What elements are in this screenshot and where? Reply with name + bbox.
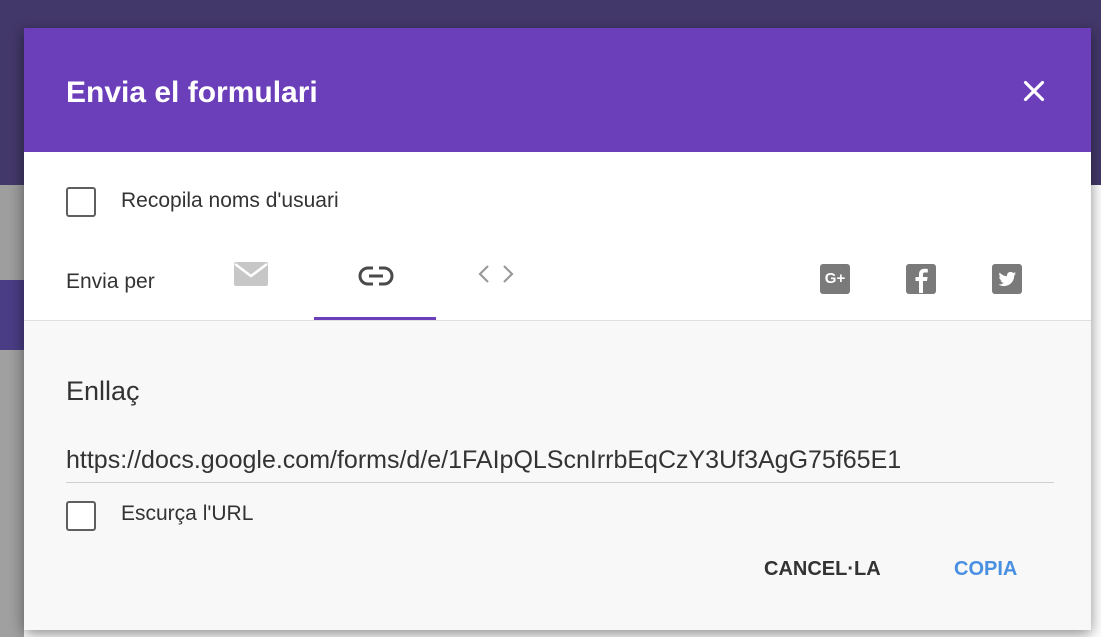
link-heading: Enllaç <box>66 376 140 406</box>
embed-code-icon <box>478 265 514 283</box>
tab-email[interactable] <box>224 250 284 320</box>
email-icon <box>234 262 268 286</box>
twitter-share-button[interactable] <box>992 264 1022 294</box>
link-panel: Enllaç Escurça l'URL CANCEL·LA COPIA <box>24 320 1091 630</box>
dialog-header: Envia el formulari <box>24 28 1091 152</box>
collect-emails-checkbox[interactable] <box>66 187 96 217</box>
background-app-toolbar <box>0 280 24 350</box>
cancel-button[interactable]: CANCEL·LA <box>764 558 881 581</box>
shorten-url-label: Escurça l'URL <box>121 502 254 525</box>
close-button[interactable] <box>1017 74 1051 108</box>
collect-emails-label: Recopila noms d'usuari <box>121 189 339 212</box>
shorten-url-checkbox[interactable] <box>66 501 96 531</box>
send-form-dialog: Envia el formulari Recopila noms d'usuar… <box>24 28 1091 630</box>
close-icon <box>1023 80 1045 102</box>
tab-embed[interactable] <box>464 250 524 320</box>
link-icon <box>358 266 394 286</box>
facebook-share-button[interactable] <box>906 264 936 294</box>
google-plus-share-button[interactable]: G+ <box>820 264 850 294</box>
dialog-title: Envia el formulari <box>66 76 318 109</box>
copy-button[interactable]: COPIA <box>954 558 1017 581</box>
send-via-label: Envia per <box>66 270 155 293</box>
facebook-icon <box>915 268 928 293</box>
background-overlay-strip <box>0 185 24 280</box>
dialog-options-section: Recopila noms d'usuari Envia per G+ <box>24 152 1091 321</box>
tab-link[interactable] <box>314 250 436 320</box>
google-plus-icon: G+ <box>824 270 846 287</box>
form-url-field[interactable] <box>66 438 1054 483</box>
twitter-icon <box>998 271 1016 287</box>
background-overlay-strip-lower <box>0 350 24 637</box>
